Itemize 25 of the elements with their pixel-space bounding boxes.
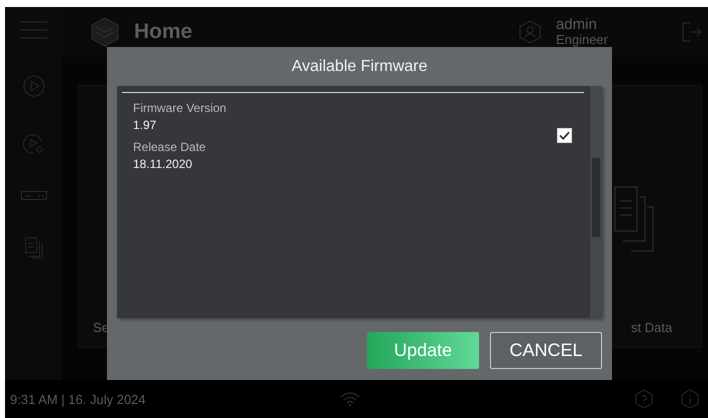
info-icon[interactable] — [680, 389, 700, 409]
user-icon[interactable] — [518, 20, 542, 44]
cancel-button[interactable]: CANCEL — [490, 332, 602, 369]
help-icon[interactable] — [634, 389, 654, 409]
play-icon[interactable] — [22, 75, 44, 97]
date-time: 9:31 AM | 16. July 2024 — [10, 392, 147, 406]
dialog-title: Available Firmware — [290, 57, 428, 77]
user-role: Engineer — [556, 33, 608, 48]
play-gear-icon[interactable] — [22, 133, 44, 155]
tile-label[interactable]: st Data — [631, 320, 672, 335]
logout-icon[interactable] — [682, 22, 702, 42]
documents-icon[interactable] — [22, 237, 44, 259]
field-label: Release Date — [133, 139, 207, 156]
update-button[interactable]: Update — [367, 332, 479, 369]
scrollbar[interactable] — [590, 86, 602, 318]
logo-icon — [90, 17, 120, 47]
page-title: Home — [134, 20, 192, 44]
scrollbar-thumb[interactable] — [592, 158, 600, 237]
user-name: admin — [556, 16, 598, 34]
field-value: 1.97 — [133, 117, 158, 134]
device-icon[interactable] — [20, 191, 46, 201]
field-value: 18.11.2020 — [133, 156, 194, 173]
checkbox[interactable] — [557, 128, 572, 143]
field-label: Firmware Version — [133, 100, 228, 117]
wifi-icon — [340, 391, 360, 407]
